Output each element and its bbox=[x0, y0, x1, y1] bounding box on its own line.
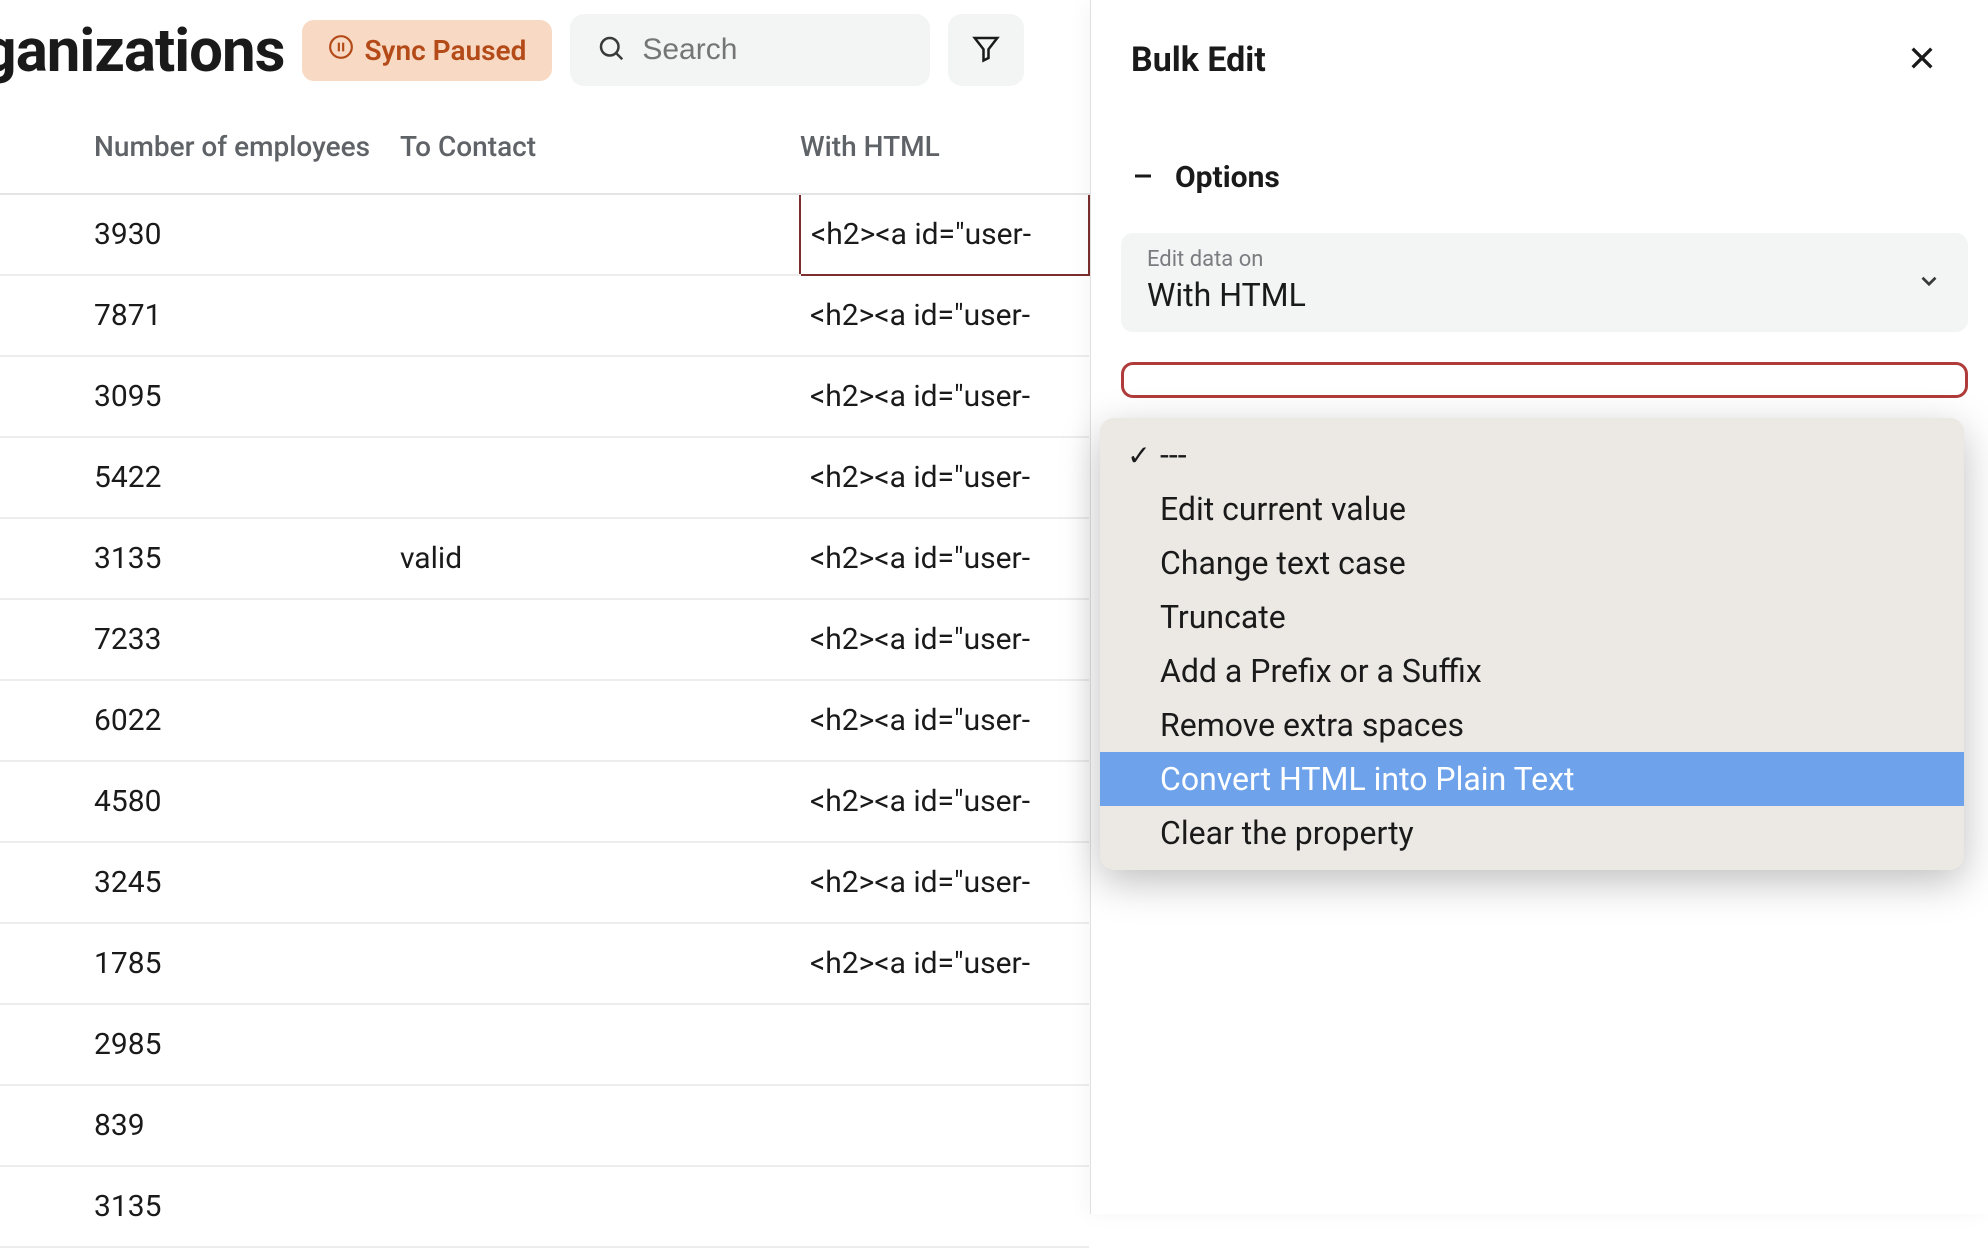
dropdown-item-label: Change text case bbox=[1154, 544, 1406, 582]
search-icon bbox=[596, 33, 626, 67]
cell-employees[interactable]: 2985 bbox=[0, 1004, 400, 1085]
action-select[interactable] bbox=[1121, 362, 1968, 398]
cell-contact[interactable] bbox=[400, 1166, 800, 1247]
dropdown-item[interactable]: ✓--- bbox=[1100, 428, 1964, 482]
sync-status-label: Sync Paused bbox=[364, 34, 526, 67]
cell-employees[interactable]: 5422 bbox=[0, 437, 400, 518]
cell-contact[interactable] bbox=[400, 842, 800, 923]
cell-employees[interactable]: 4580 bbox=[0, 761, 400, 842]
cell-html[interactable]: <h2><a id="user- bbox=[800, 599, 1089, 680]
panel-title: Bulk Edit bbox=[1131, 40, 1266, 80]
table-row[interactable]: 3095 <h2><a id="user- bbox=[0, 356, 1089, 437]
options-label: Options bbox=[1175, 160, 1280, 195]
search-box[interactable] bbox=[570, 14, 930, 86]
cell-employees[interactable]: 7871 bbox=[0, 275, 400, 356]
action-dropdown[interactable]: ✓--- Edit current value Change text case Tr… bbox=[1100, 418, 1964, 870]
edit-data-on-label: Edit data on bbox=[1147, 247, 1942, 272]
close-icon bbox=[1906, 59, 1938, 78]
sync-status-badge[interactable]: Sync Paused bbox=[302, 20, 552, 81]
dropdown-item[interactable]: Add a Prefix or a Suffix bbox=[1100, 644, 1964, 698]
dropdown-item[interactable]: Edit current value bbox=[1100, 482, 1964, 536]
table-row[interactable]: 839 bbox=[0, 1085, 1089, 1166]
dropdown-item-label: --- bbox=[1154, 436, 1187, 474]
table-row[interactable]: 5422 <h2><a id="user- bbox=[0, 437, 1089, 518]
cell-contact[interactable] bbox=[400, 1085, 800, 1166]
cell-html[interactable]: <h2><a id="user- bbox=[800, 680, 1089, 761]
panel-header: Bulk Edit bbox=[1091, 0, 1988, 120]
check-icon: ✓ bbox=[1124, 439, 1154, 472]
table-row[interactable]: 1785 <h2><a id="user- bbox=[0, 923, 1089, 1004]
column-header-html[interactable]: With HTML bbox=[800, 100, 1089, 194]
table-row[interactable]: 3135valid<h2><a id="user- bbox=[0, 518, 1089, 599]
filter-button[interactable] bbox=[948, 14, 1024, 86]
cell-html[interactable]: <h2><a id="user- bbox=[800, 437, 1089, 518]
table-row[interactable]: 7871 <h2><a id="user- bbox=[0, 275, 1089, 356]
chevron-down-icon bbox=[1916, 268, 1942, 298]
table-row[interactable]: 6022 <h2><a id="user- bbox=[0, 680, 1089, 761]
minus-icon bbox=[1131, 164, 1155, 192]
dropdown-item-label: Clear the property bbox=[1154, 814, 1414, 852]
page-header: rganizations Sync Paused bbox=[0, 0, 1090, 100]
cell-contact[interactable] bbox=[400, 194, 800, 275]
column-header-contact[interactable]: To Contact bbox=[400, 100, 800, 194]
cell-contact[interactable] bbox=[400, 1004, 800, 1085]
cell-employees[interactable]: 839 bbox=[0, 1085, 400, 1166]
page-title: rganizations bbox=[0, 15, 284, 86]
dropdown-item-label: Convert HTML into Plain Text bbox=[1154, 760, 1574, 798]
cell-html[interactable]: <h2><a id="user- bbox=[800, 356, 1089, 437]
cell-contact[interactable] bbox=[400, 761, 800, 842]
options-section-header[interactable]: Options bbox=[1091, 120, 1988, 215]
cell-employees[interactable]: 3095 bbox=[0, 356, 400, 437]
table-row[interactable]: 4580 <h2><a id="user- bbox=[0, 761, 1089, 842]
table-row[interactable]: 3245 <h2><a id="user- bbox=[0, 842, 1089, 923]
dropdown-item-label: Truncate bbox=[1154, 598, 1286, 636]
cell-contact[interactable] bbox=[400, 275, 800, 356]
table-row[interactable]: 7233 <h2><a id="user- bbox=[0, 599, 1089, 680]
dropdown-item-label: Edit current value bbox=[1154, 490, 1406, 528]
close-button[interactable] bbox=[1906, 42, 1938, 78]
dropdown-item-label: Remove extra spaces bbox=[1154, 706, 1464, 744]
edit-data-on-value: With HTML bbox=[1147, 276, 1942, 314]
cell-contact[interactable] bbox=[400, 680, 800, 761]
cell-html[interactable]: <h2><a id="user- bbox=[800, 518, 1089, 599]
cell-contact[interactable] bbox=[400, 923, 800, 1004]
main-content: rganizations Sync Paused bbox=[0, 0, 1090, 1214]
column-header-employees[interactable]: Number of employees bbox=[0, 100, 400, 194]
cell-employees[interactable]: 3135 bbox=[0, 518, 400, 599]
cell-employees[interactable]: 3930 bbox=[0, 194, 400, 275]
dropdown-item[interactable]: Remove extra spaces bbox=[1100, 698, 1964, 752]
cell-employees[interactable]: 3245 bbox=[0, 842, 400, 923]
filter-icon bbox=[971, 33, 1001, 67]
cell-html[interactable]: <h2><a id="user- bbox=[800, 923, 1089, 1004]
cell-html[interactable] bbox=[800, 1166, 1089, 1247]
cell-employees[interactable]: 7233 bbox=[0, 599, 400, 680]
cell-html[interactable]: <h2><a id="user- bbox=[800, 194, 1089, 275]
table-row[interactable]: 3135 bbox=[0, 1166, 1089, 1247]
cell-contact[interactable]: valid bbox=[400, 518, 800, 599]
cell-contact[interactable] bbox=[400, 356, 800, 437]
dropdown-item[interactable]: Clear the property bbox=[1100, 806, 1964, 860]
dropdown-item-label: Add a Prefix or a Suffix bbox=[1154, 652, 1482, 690]
cell-contact[interactable] bbox=[400, 599, 800, 680]
dropdown-item[interactable]: Convert HTML into Plain Text bbox=[1100, 752, 1964, 806]
search-input[interactable] bbox=[642, 33, 904, 67]
cell-html[interactable] bbox=[800, 1085, 1089, 1166]
cell-employees[interactable]: 6022 bbox=[0, 680, 400, 761]
cell-html[interactable] bbox=[800, 1004, 1089, 1085]
data-table: Number of employees To Contact With HTML… bbox=[0, 100, 1090, 1248]
dropdown-item[interactable]: Truncate bbox=[1100, 590, 1964, 644]
cell-contact[interactable] bbox=[400, 437, 800, 518]
cell-employees[interactable]: 3135 bbox=[0, 1166, 400, 1247]
cell-html[interactable]: <h2><a id="user- bbox=[800, 275, 1089, 356]
cell-html[interactable]: <h2><a id="user- bbox=[800, 842, 1089, 923]
table-row[interactable]: 2985 bbox=[0, 1004, 1089, 1085]
pause-icon bbox=[328, 34, 354, 67]
table-row[interactable]: 3930 <h2><a id="user- bbox=[0, 194, 1089, 275]
edit-data-on-select[interactable]: Edit data on With HTML bbox=[1121, 233, 1968, 332]
dropdown-item[interactable]: Change text case bbox=[1100, 536, 1964, 590]
cell-employees[interactable]: 1785 bbox=[0, 923, 400, 1004]
cell-html[interactable]: <h2><a id="user- bbox=[800, 761, 1089, 842]
